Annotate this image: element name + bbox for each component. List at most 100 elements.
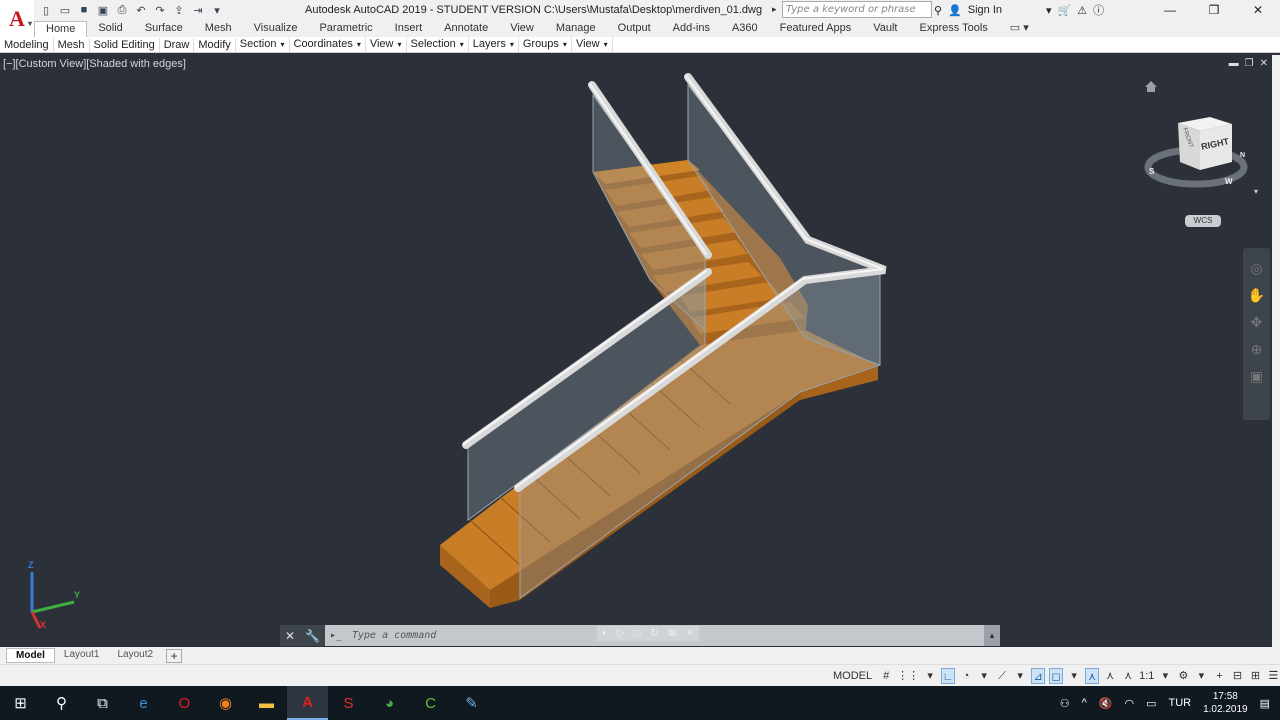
autocad-taskbar-icon[interactable]: A — [287, 686, 328, 720]
panel-expand-icon[interactable]: ▾ — [460, 40, 464, 49]
command-history-icon[interactable]: ▲ — [984, 631, 1000, 640]
input-language[interactable]: TUR — [1168, 697, 1191, 709]
binoculars-icon[interactable]: ⚲ — [934, 4, 942, 17]
viewcube-menu-icon[interactable]: ▾ — [1254, 187, 1258, 196]
units-icon[interactable]: ⊟ — [1230, 668, 1244, 684]
new-file-icon[interactable]: ▯ — [38, 2, 54, 18]
tab-annotate[interactable]: Annotate — [433, 21, 499, 37]
osnap-tracking-icon[interactable]: ⟋ — [995, 668, 1009, 684]
opera-icon[interactable]: O — [164, 686, 205, 720]
panel-expand-icon[interactable]: ▾ — [280, 40, 284, 49]
print-icon[interactable]: ⎙ — [114, 2, 130, 18]
panel-draw[interactable]: Draw — [160, 37, 195, 52]
command-prompt-icon[interactable]: ▸_ — [330, 630, 346, 641]
save-as-icon[interactable]: ▣ — [95, 2, 111, 18]
minimize-button[interactable]: — — [1148, 0, 1192, 20]
maximize-button[interactable]: ❐ — [1192, 0, 1236, 20]
share-icon[interactable]: ⇪ — [171, 2, 187, 18]
tab-parametric[interactable]: Parametric — [308, 21, 383, 37]
model-space-button[interactable]: MODEL — [830, 668, 875, 684]
vertical-scrollbar[interactable] — [1272, 55, 1280, 647]
tab-vault[interactable]: Vault — [862, 21, 908, 37]
tray-expand-icon[interactable]: ^ — [1082, 697, 1087, 709]
tab-express-tools[interactable]: Express Tools — [909, 21, 999, 37]
osnap-dropdown-icon[interactable]: ▾ — [1013, 668, 1027, 684]
tab-layout2[interactable]: Layout2 — [108, 648, 162, 663]
tool-play-icon[interactable]: ▷ — [617, 628, 625, 639]
polar-dropdown-icon[interactable]: ▾ — [977, 668, 991, 684]
search-expand-icon[interactable]: ▸ — [772, 4, 777, 15]
panel-view[interactable]: View ▾ — [572, 37, 613, 52]
panel-expand-icon[interactable]: ▾ — [510, 40, 514, 49]
tab-a360[interactable]: A360 — [721, 21, 769, 37]
redo-icon[interactable]: ↷ — [152, 2, 168, 18]
solidworks-icon[interactable]: S — [328, 686, 369, 720]
tab-home[interactable]: Home — [34, 21, 88, 37]
drawing-viewport[interactable]: [−][Custom View][Shaded with edges] ▬ ❐ … — [0, 55, 1272, 647]
user-icon[interactable]: 👤 — [948, 4, 962, 17]
cart-icon[interactable]: 🛒 — [1058, 4, 1072, 17]
panel-expand-icon[interactable]: ▾ — [398, 40, 402, 49]
tab-solid[interactable]: Solid — [87, 21, 133, 37]
panel-view[interactable]: View ▾ — [366, 37, 407, 52]
ribbon-toggle-icon[interactable]: ▭ ▾ — [999, 21, 1040, 37]
panel-section[interactable]: Section ▾ — [236, 37, 290, 52]
paint-icon[interactable]: ✎ — [451, 686, 492, 720]
annotation-visibility-icon[interactable]: ⋏ — [1085, 668, 1100, 684]
panel-solid-editing[interactable]: Solid Editing — [90, 37, 160, 52]
viewport-restore-icon[interactable]: ❐ — [1245, 58, 1254, 69]
notifications-icon[interactable]: ▤ — [1260, 697, 1270, 710]
panel-mesh[interactable]: Mesh — [54, 37, 90, 52]
isodraft-icon[interactable]: ⊿ — [1031, 668, 1046, 684]
pan-icon[interactable]: ✋ — [1248, 287, 1265, 304]
camtasia-icon[interactable]: C — [410, 686, 451, 720]
panel-modify[interactable]: Modify — [194, 37, 236, 52]
chrome-icon[interactable]: ◕ — [369, 686, 410, 720]
sign-in-dropdown-icon[interactable]: ▾ — [1046, 4, 1052, 17]
people-icon[interactable]: ⚇ — [1060, 697, 1070, 710]
panel-expand-icon[interactable]: ▾ — [357, 40, 361, 49]
panel-expand-icon[interactable]: ▾ — [604, 40, 608, 49]
showmotion-icon[interactable]: ▣ — [1250, 368, 1263, 385]
tab-layout1[interactable]: Layout1 — [55, 648, 109, 663]
system-clock[interactable]: 17:58 1.02.2019 — [1203, 690, 1248, 716]
edge-icon[interactable]: e — [123, 686, 164, 720]
qat-dropdown-icon[interactable]: ▾ — [209, 2, 225, 18]
tab-insert[interactable]: Insert — [384, 21, 434, 37]
sign-in-link[interactable]: Sign In — [968, 4, 1002, 16]
application-menu-button[interactable]: A ▾ — [0, 0, 34, 38]
open-file-icon[interactable]: ▭ — [57, 2, 73, 18]
tool-refresh-icon[interactable]: ↻ — [650, 628, 658, 639]
search-icon[interactable]: ⚲ — [41, 686, 82, 720]
tab-visualize[interactable]: Visualize — [243, 21, 309, 37]
polar-icon[interactable]: ◔ — [959, 668, 973, 684]
export-icon[interactable]: ⇥ — [190, 2, 206, 18]
grid-icon[interactable]: # — [879, 668, 893, 684]
tab-featured-apps[interactable]: Featured Apps — [769, 21, 863, 37]
volume-icon[interactable]: 🔇 — [1099, 697, 1113, 710]
panel-selection[interactable]: Selection ▾ — [407, 37, 469, 52]
tab-output[interactable]: Output — [607, 21, 662, 37]
quick-properties-icon[interactable]: ⊞ — [1248, 668, 1262, 684]
panel-groups[interactable]: Groups ▾ — [519, 37, 572, 52]
add-layout-button[interactable]: + — [166, 648, 183, 663]
panel-layers[interactable]: Layers ▾ — [469, 37, 519, 52]
panel-coordinates[interactable]: Coordinates ▾ — [290, 37, 366, 52]
wcs-menu[interactable]: WCS — [1185, 215, 1221, 227]
network-icon[interactable]: ▭ — [1146, 697, 1156, 710]
workspace-dropdown-icon[interactable]: ▾ — [1194, 668, 1208, 684]
firefox-icon[interactable]: ◉ — [205, 686, 246, 720]
autoscale-icon[interactable]: ⋏ — [1103, 668, 1117, 684]
orbit-icon[interactable]: ⊕ — [1251, 341, 1263, 358]
help-icon[interactable]: ⓘ — [1093, 2, 1104, 18]
annotation-monitor-icon[interactable]: + — [1212, 668, 1226, 684]
tool-record-icon[interactable]: ◐ — [602, 628, 608, 639]
scale-dropdown-icon[interactable]: ▾ — [1158, 668, 1172, 684]
zoom-icon[interactable]: ✥ — [1251, 314, 1263, 331]
viewport-label[interactable]: [−][Custom View][Shaded with edges] — [3, 58, 186, 70]
customization-icon[interactable]: ☰ — [1266, 668, 1280, 684]
search-input[interactable]: Type a keyword or phrase — [782, 1, 932, 18]
close-button[interactable]: ✕ — [1236, 0, 1280, 20]
object-snap-icon[interactable]: ◻ — [1049, 668, 1064, 684]
tab-mesh[interactable]: Mesh — [194, 21, 243, 37]
